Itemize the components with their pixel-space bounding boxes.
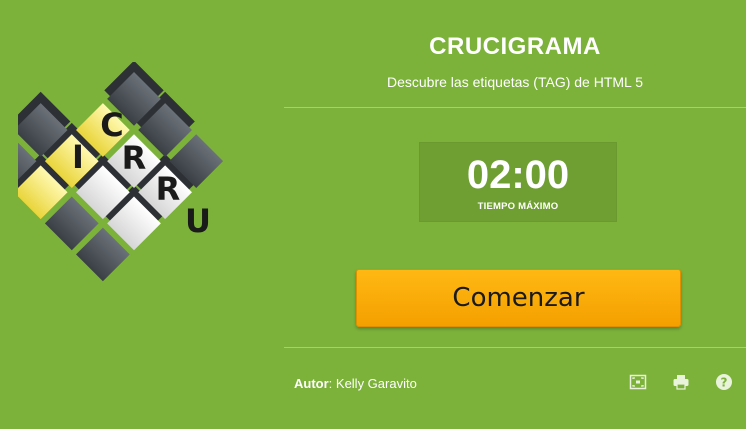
logo-letter: R xyxy=(122,139,147,177)
author-label: Autor xyxy=(294,376,329,391)
logo-letter: I xyxy=(72,138,84,176)
intro-panel: CRUCIGRAMA Descubre las etiquetas (TAG) … xyxy=(284,0,746,429)
crucigrama-logo: C R I C R U xyxy=(18,62,224,282)
print-icon[interactable] xyxy=(672,373,690,391)
fullscreen-icon[interactable] xyxy=(629,373,647,391)
timer-label: TIEMPO MÁXIMO xyxy=(477,201,559,212)
divider xyxy=(284,347,746,348)
logo-letter: C xyxy=(100,106,123,144)
author-name: : Kelly Garavito xyxy=(328,376,417,391)
start-button[interactable]: Comenzar xyxy=(356,269,681,327)
help-icon[interactable]: ? xyxy=(715,373,733,391)
author-credit: Autor: Kelly Garavito xyxy=(294,376,417,391)
timer-box: 02:00 TIEMPO MÁXIMO xyxy=(419,142,617,222)
divider xyxy=(284,107,746,108)
page-title: CRUCIGRAMA xyxy=(429,33,601,60)
logo-letter: R xyxy=(156,170,181,208)
timer-value: 02:00 xyxy=(466,153,570,197)
svg-text:?: ? xyxy=(721,376,728,390)
page-subtitle: Descubre las etiquetas (TAG) de HTML 5 xyxy=(387,74,643,90)
logo-letter: U xyxy=(185,202,211,240)
